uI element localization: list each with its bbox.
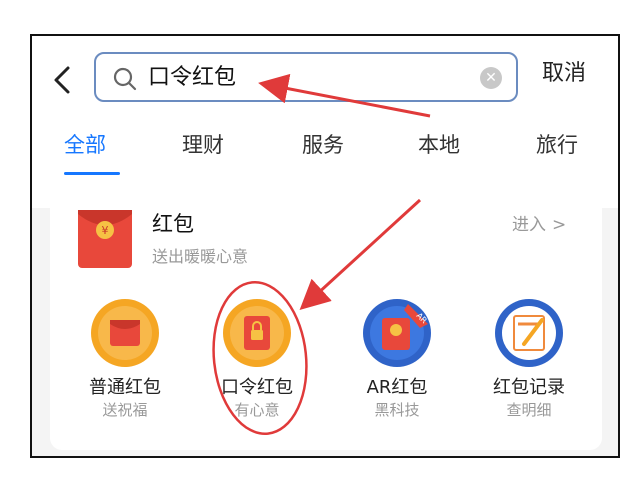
annotation-overlay (212, 73, 431, 435)
app-screen: 口令红包 ✕ 取消 全部 理财 服务 本地 旅行 ¥ 红包 送出暖暖心意 进入 > (30, 34, 620, 458)
annotation-ellipse (212, 281, 308, 435)
annotation-arrow (258, 73, 431, 118)
annotation-arrow (299, 198, 422, 311)
